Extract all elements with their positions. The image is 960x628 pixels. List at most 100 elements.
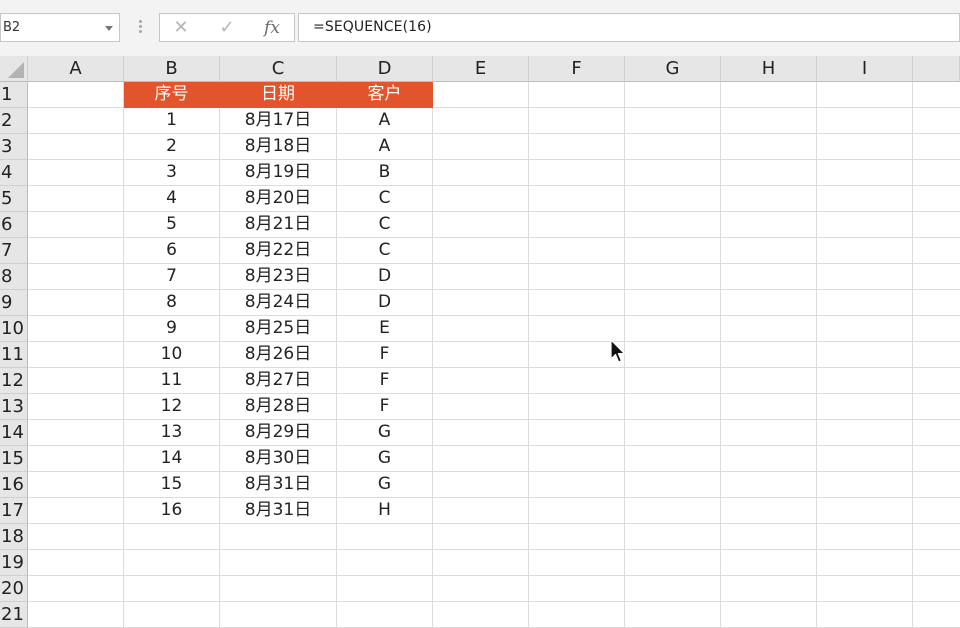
- table-cell[interactable]: 11: [124, 368, 220, 394]
- cell-e8[interactable]: [433, 264, 529, 290]
- cell-g13[interactable]: [625, 394, 721, 420]
- cell-g14[interactable]: [625, 420, 721, 446]
- table-cell[interactable]: 8月25日: [220, 316, 337, 342]
- row-header-14[interactable]: 14: [0, 420, 28, 446]
- cell-e17[interactable]: [433, 498, 529, 524]
- cell-g1[interactable]: [625, 82, 721, 108]
- cell-i14[interactable]: [817, 420, 913, 446]
- cell-h18[interactable]: [721, 524, 817, 550]
- table-header-cell[interactable]: 日期: [220, 82, 337, 108]
- table-cell[interactable]: B: [337, 160, 433, 186]
- checkmark-icon[interactable]: ✓: [212, 16, 242, 40]
- insert-function-icon[interactable]: fx: [257, 16, 287, 40]
- cell-f20[interactable]: [529, 576, 625, 602]
- table-cell[interactable]: 9: [124, 316, 220, 342]
- cell-g8[interactable]: [625, 264, 721, 290]
- cell-h4[interactable]: [721, 160, 817, 186]
- table-cell[interactable]: 8月21日: [220, 212, 337, 238]
- cell-h5[interactable]: [721, 186, 817, 212]
- table-cell[interactable]: A: [337, 108, 433, 134]
- table-cell[interactable]: 8月23日: [220, 264, 337, 290]
- cell-a15[interactable]: [28, 446, 124, 472]
- cell-a9[interactable]: [28, 290, 124, 316]
- formula-input[interactable]: =SEQUENCE(16): [298, 13, 960, 42]
- table-cell[interactable]: 15: [124, 472, 220, 498]
- row-header-18[interactable]: 18: [0, 524, 28, 550]
- cell-i12[interactable]: [817, 368, 913, 394]
- table-cell[interactable]: A: [337, 134, 433, 160]
- cell-i7[interactable]: [817, 238, 913, 264]
- cell-g19[interactable]: [625, 550, 721, 576]
- column-header-f[interactable]: F: [529, 56, 625, 82]
- cell-e11[interactable]: [433, 342, 529, 368]
- cell-g12[interactable]: [625, 368, 721, 394]
- cell-e20[interactable]: [433, 576, 529, 602]
- cell-a16[interactable]: [28, 472, 124, 498]
- cell-c18[interactable]: [220, 524, 337, 550]
- row-header-19[interactable]: 19: [0, 550, 28, 576]
- table-cell[interactable]: D: [337, 264, 433, 290]
- cell-e4[interactable]: [433, 160, 529, 186]
- cell-a5[interactable]: [28, 186, 124, 212]
- cell-f21[interactable]: [529, 602, 625, 628]
- row-header-5[interactable]: 5: [0, 186, 28, 212]
- cell-h9[interactable]: [721, 290, 817, 316]
- cell-g2[interactable]: [625, 108, 721, 134]
- table-cell[interactable]: 3: [124, 160, 220, 186]
- cell-e5[interactable]: [433, 186, 529, 212]
- cell-i3[interactable]: [817, 134, 913, 160]
- cell-h14[interactable]: [721, 420, 817, 446]
- column-header-d[interactable]: D: [337, 56, 433, 82]
- cell-f4[interactable]: [529, 160, 625, 186]
- cell-h20[interactable]: [721, 576, 817, 602]
- cell-g10[interactable]: [625, 316, 721, 342]
- cell-f18[interactable]: [529, 524, 625, 550]
- cell-e3[interactable]: [433, 134, 529, 160]
- cell-g21[interactable]: [625, 602, 721, 628]
- cell-b18[interactable]: [124, 524, 220, 550]
- cell-i15[interactable]: [817, 446, 913, 472]
- cell-a7[interactable]: [28, 238, 124, 264]
- cell-f2[interactable]: [529, 108, 625, 134]
- column-header-h[interactable]: H: [721, 56, 817, 82]
- cell-a12[interactable]: [28, 368, 124, 394]
- cell-a13[interactable]: [28, 394, 124, 420]
- row-header-12[interactable]: 12: [0, 368, 28, 394]
- row-header-9[interactable]: 9: [0, 290, 28, 316]
- cell-g16[interactable]: [625, 472, 721, 498]
- cell-e14[interactable]: [433, 420, 529, 446]
- table-cell[interactable]: 8月20日: [220, 186, 337, 212]
- cell-b19[interactable]: [124, 550, 220, 576]
- row-header-4[interactable]: 4: [0, 160, 28, 186]
- cell-g4[interactable]: [625, 160, 721, 186]
- cell-h7[interactable]: [721, 238, 817, 264]
- cell-g9[interactable]: [625, 290, 721, 316]
- table-cell[interactable]: C: [337, 186, 433, 212]
- cell-d18[interactable]: [337, 524, 433, 550]
- cell-i17[interactable]: [817, 498, 913, 524]
- row-header-2[interactable]: 2: [0, 108, 28, 134]
- cell-f17[interactable]: [529, 498, 625, 524]
- cell-a1[interactable]: [28, 82, 124, 108]
- cell-f3[interactable]: [529, 134, 625, 160]
- cell-a6[interactable]: [28, 212, 124, 238]
- cell-h2[interactable]: [721, 108, 817, 134]
- table-cell[interactable]: C: [337, 212, 433, 238]
- row-header-10[interactable]: 10: [0, 316, 28, 342]
- cell-e12[interactable]: [433, 368, 529, 394]
- cell-h16[interactable]: [721, 472, 817, 498]
- cell-f14[interactable]: [529, 420, 625, 446]
- table-header-cell[interactable]: 序号: [124, 82, 220, 108]
- cell-a2[interactable]: [28, 108, 124, 134]
- column-header-e[interactable]: E: [433, 56, 529, 82]
- column-header-i[interactable]: I: [817, 56, 913, 82]
- table-cell[interactable]: G: [337, 420, 433, 446]
- cell-g11[interactable]: [625, 342, 721, 368]
- cell-e15[interactable]: [433, 446, 529, 472]
- name-box[interactable]: B2: [0, 13, 120, 42]
- chevron-down-icon[interactable]: [105, 26, 113, 31]
- table-cell[interactable]: 12: [124, 394, 220, 420]
- cell-e16[interactable]: [433, 472, 529, 498]
- table-cell[interactable]: F: [337, 342, 433, 368]
- cell-i11[interactable]: [817, 342, 913, 368]
